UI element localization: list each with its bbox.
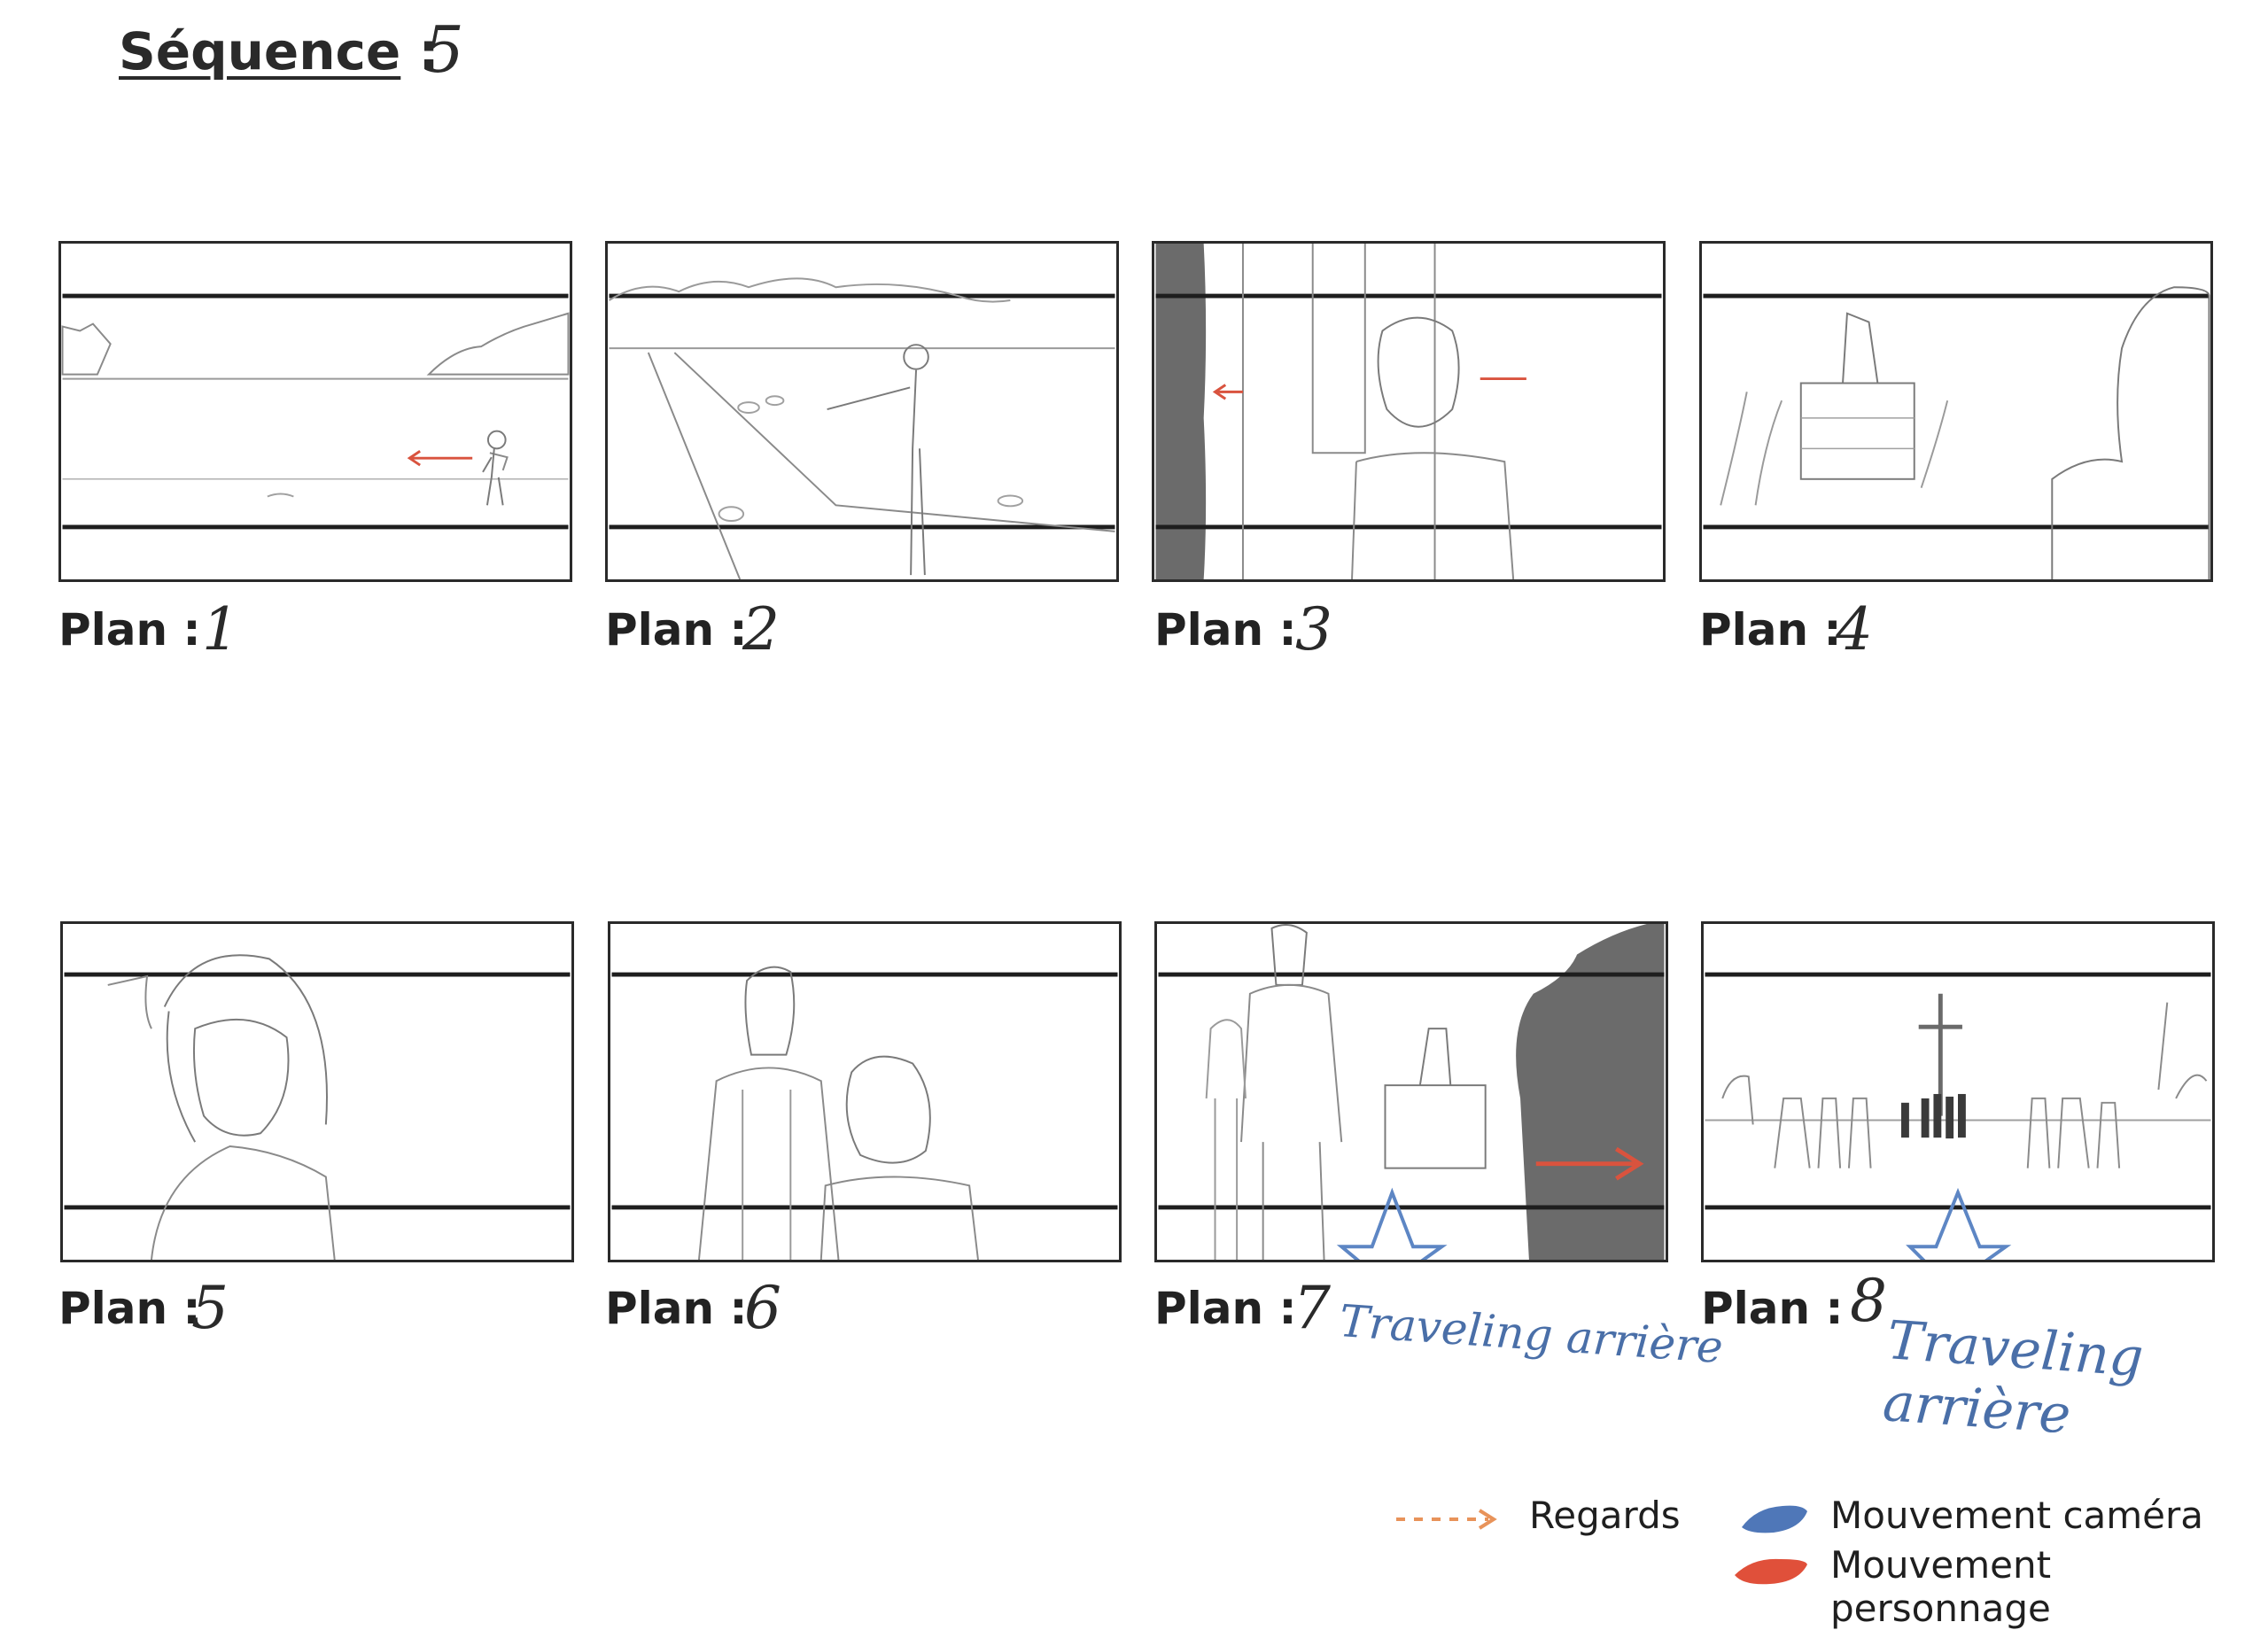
camera-movement-swatch-icon (1742, 1505, 1807, 1533)
panel-7-number: 7 (1293, 1274, 1331, 1342)
panel-4-label: Plan : (1699, 604, 1842, 656)
sequence-label: Séquence (119, 21, 401, 82)
panel-5-sketch (64, 954, 571, 1260)
panel-8-number: 8 (1850, 1267, 1887, 1335)
panel-5 (60, 921, 574, 1262)
sequence-title: Séquence : (119, 21, 439, 82)
panel-7 (1154, 921, 1668, 1262)
panel-4-sketch (1703, 286, 2210, 579)
panel-8-sketch (1705, 972, 2211, 1260)
panel-6-number: 6 (744, 1274, 781, 1342)
panel-3 (1152, 241, 1666, 582)
panel-6-sketch (611, 966, 1118, 1260)
character-movement-swatch-icon (1735, 1558, 1807, 1585)
panel-3-label: Plan : (1154, 604, 1297, 656)
panel-5-label: Plan : (58, 1283, 201, 1334)
panel-2-label: Plan : (605, 604, 748, 656)
panel-4 (1699, 241, 2213, 582)
panel-1-number: 1 (202, 595, 239, 664)
panel-1-sketch (61, 293, 570, 530)
panel-8-camera-note: Traveling arrière (1881, 1309, 2146, 1447)
legend-gaze: Regards (1529, 1494, 1681, 1537)
legend-camera-label: Mouvement caméra (1830, 1494, 2204, 1537)
panel-7-sketch (1158, 924, 1665, 1260)
legend-character-movement: Mouvement personnage (1830, 1543, 2268, 1630)
panel-8-label: Plan : (1701, 1283, 1844, 1334)
panel-2 (605, 241, 1119, 582)
panel-3-number: 3 (1295, 595, 1332, 664)
panel-2-number: 2 (742, 595, 780, 664)
panel-7-camera-note: Traveling arrière (1337, 1295, 1725, 1374)
legend-camera-movement: Mouvement caméra (1830, 1494, 2203, 1537)
legend-gaze-label: Regards (1529, 1494, 1681, 1537)
panel-1-label: Plan : (58, 604, 201, 656)
sequence-number: 5 (423, 12, 464, 87)
panel-2-sketch (608, 277, 1115, 579)
panel-1 (58, 241, 572, 582)
panel-5-number: 5 (191, 1274, 229, 1342)
gaze-arrow-icon (1396, 1509, 1497, 1530)
panel-3-sketch (1155, 244, 1662, 579)
panel-7-label: Plan : (1154, 1283, 1297, 1334)
panel-4-number: 4 (1836, 595, 1873, 664)
panel-6 (608, 921, 1122, 1262)
panel-8 (1701, 921, 2215, 1262)
panel-6-label: Plan : (605, 1283, 748, 1334)
legend-character-label: Mouvement personnage (1830, 1543, 2052, 1630)
